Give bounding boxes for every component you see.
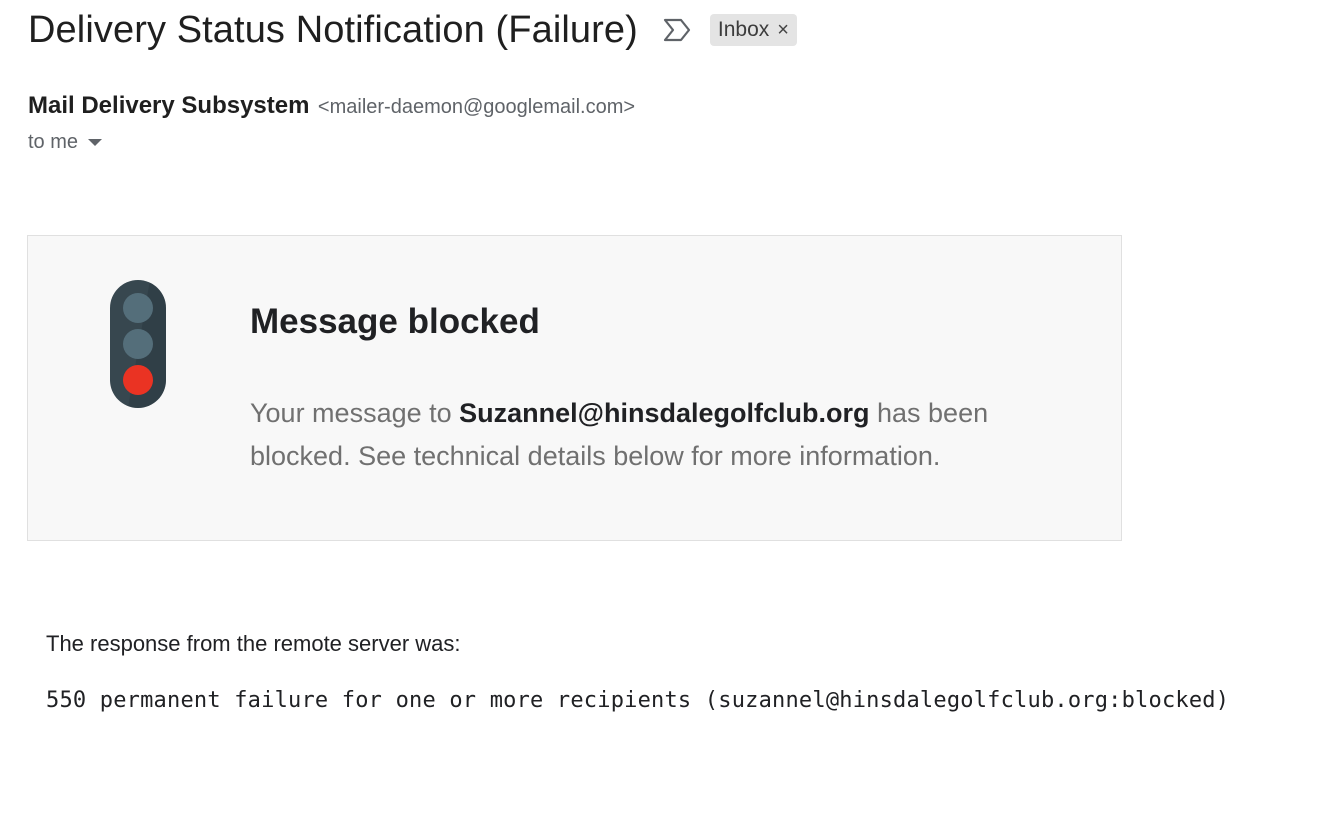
sender-row: Mail Delivery Subsystem <mailer-daemon@g…	[28, 92, 635, 120]
card-text-before: Your message to	[250, 398, 460, 428]
traffic-light-red-icon	[110, 280, 166, 408]
inbox-label-text: Inbox	[717, 18, 770, 41]
message-blocked-card: Message blocked Your message to Suzannel…	[27, 235, 1122, 541]
recipient-details-toggle[interactable]: to me	[28, 131, 103, 154]
card-heading: Message blocked	[250, 302, 540, 341]
blocked-recipient: Suzannel@hinsdalegolfclub.org	[459, 398, 870, 428]
response-label: The response from the remote server was:	[46, 631, 461, 656]
subject-row: Delivery Status Notification (Failure) I…	[28, 8, 797, 52]
sender-name: Mail Delivery Subsystem	[28, 92, 310, 119]
email-subject: Delivery Status Notification (Failure)	[28, 8, 638, 51]
recipient-text: to me	[28, 131, 79, 153]
response-code: 550 permanent failure for one or more re…	[46, 688, 1230, 713]
caret-down-icon[interactable]	[88, 139, 103, 146]
sender-email: <mailer-daemon@googlemail.com>	[317, 96, 636, 118]
email-view: Delivery Status Notification (Failure) I…	[0, 0, 1330, 838]
card-message: Your message to Suzannel@hinsdalegolfclu…	[250, 392, 1050, 478]
importance-marker-icon[interactable]	[662, 17, 692, 43]
remove-label-icon[interactable]: ×	[777, 20, 789, 40]
inbox-label-chip[interactable]: Inbox ×	[709, 14, 797, 46]
